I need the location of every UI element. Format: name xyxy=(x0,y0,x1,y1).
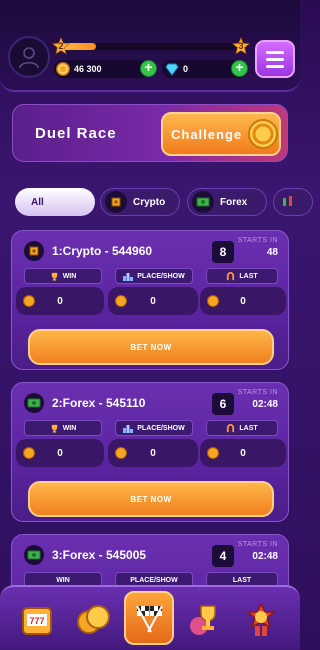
add-gems-button[interactable]: + xyxy=(231,60,248,77)
last-header-label: LAST xyxy=(239,272,258,280)
challenge-label: Challenge xyxy=(171,126,243,142)
nav-coins[interactable] xyxy=(68,595,118,645)
trophy-icon xyxy=(190,605,216,635)
starts-in-label: STARTS IN xyxy=(237,237,278,244)
win-header-label: WIN xyxy=(62,424,77,432)
trophy-icon xyxy=(51,272,57,281)
tab-crypto-label: Crypto xyxy=(133,196,166,208)
add-coins-button[interactable]: + xyxy=(140,60,157,77)
race-title: 3:Forex - 545005 xyxy=(52,548,147,562)
gem-balance-value: 0 xyxy=(183,64,189,74)
place-show-header-label: PLACE/SHOW xyxy=(130,576,178,584)
coin-icon xyxy=(248,119,279,149)
race-number-badge: 8 xyxy=(212,241,234,263)
win-header: WIN xyxy=(24,268,102,284)
level-next-label: 3 xyxy=(238,41,244,51)
race-card: 1:Crypto - 544960 8 STARTS IN 48 WIN PLA… xyxy=(11,230,289,370)
tab-all-label: All xyxy=(31,196,44,208)
avatar-icon xyxy=(19,47,39,69)
starts-in-value: 02:48 xyxy=(252,399,278,410)
podium-icon xyxy=(123,424,134,433)
last-value-box: 0 xyxy=(200,287,286,315)
last-header-label: LAST xyxy=(232,576,252,584)
gem-icon xyxy=(165,63,179,76)
nav-medal[interactable] xyxy=(236,595,286,645)
menu-button[interactable] xyxy=(255,40,295,78)
crypto-chip-icon xyxy=(105,191,127,213)
last-value: 0 xyxy=(240,295,246,307)
bet-now-button[interactable]: BET NOW xyxy=(28,329,274,365)
forex-money-icon xyxy=(24,393,44,413)
candlestick-icon xyxy=(283,196,292,206)
tab-more[interactable] xyxy=(273,188,313,216)
forex-money-icon xyxy=(24,545,44,565)
place-show-value: 0 xyxy=(150,447,156,459)
win-header-label: WIN xyxy=(62,272,77,280)
tab-forex[interactable]: Forex xyxy=(187,188,267,216)
place-show-value-box: 0 xyxy=(108,287,198,315)
last-value: 0 xyxy=(240,447,246,459)
win-value: 0 xyxy=(57,295,63,307)
avatar[interactable] xyxy=(8,36,50,78)
tab-crypto[interactable]: Crypto xyxy=(100,188,180,216)
nav-slots[interactable]: 777 xyxy=(12,595,62,645)
race-flags-icon xyxy=(136,605,163,633)
horseshoe-icon xyxy=(227,271,235,280)
win-header: WIN xyxy=(24,420,102,436)
coin-balance-value: 46 300 xyxy=(74,64,102,74)
bottom-nav: 777 xyxy=(0,585,300,650)
win-header-label: WIN xyxy=(56,576,70,584)
tab-all[interactable]: All xyxy=(15,188,95,216)
trophy-icon xyxy=(51,424,57,433)
starts-in-value: 48 xyxy=(266,247,278,258)
race-title: 1:Crypto - 544960 xyxy=(52,244,153,258)
place-show-value: 0 xyxy=(150,295,156,307)
win-value-box: 0 xyxy=(16,287,104,315)
starts-in-label: STARTS IN xyxy=(237,389,278,396)
last-header: LAST xyxy=(206,420,278,436)
win-value: 0 xyxy=(57,447,63,459)
level-current-label: 2 xyxy=(58,41,64,51)
challenge-button[interactable]: Challenge xyxy=(161,112,281,156)
place-show-header-label: PLACE/SHOW xyxy=(137,424,185,432)
nav-trophy[interactable] xyxy=(180,595,230,645)
race-number-badge: 6 xyxy=(212,393,234,415)
tab-forex-label: Forex xyxy=(220,196,248,208)
horseshoe-icon xyxy=(227,423,235,432)
race-card: 2:Forex - 545110 6 STARTS IN 02:48 WIN P… xyxy=(11,382,289,522)
race-title: 2:Forex - 545110 xyxy=(52,396,146,410)
medal-icon xyxy=(245,602,277,636)
starts-in-label: STARTS IN xyxy=(237,541,278,548)
level-current-star: 2 xyxy=(52,37,70,55)
level-next-star: 3 xyxy=(232,37,250,55)
last-value-box: 0 xyxy=(200,439,286,467)
menu-icon xyxy=(266,50,284,54)
last-header-label: LAST xyxy=(239,424,258,432)
category-tabs: All Crypto Forex xyxy=(0,188,313,216)
forex-money-icon xyxy=(192,191,214,213)
bet-now-button[interactable]: BET NOW xyxy=(28,481,274,517)
podium-icon xyxy=(123,272,134,281)
place-show-value-box: 0 xyxy=(108,439,198,467)
place-show-header: PLACE/SHOW xyxy=(115,420,193,436)
place-show-header-label: PLACE/SHOW xyxy=(137,272,185,280)
race-number-badge: 4 xyxy=(212,545,234,567)
crypto-chip-icon xyxy=(24,241,44,261)
coin-balance: 46 300 xyxy=(54,60,150,78)
top-bar: 2 3 46 300 + 0 + xyxy=(0,0,300,92)
place-show-header: PLACE/SHOW xyxy=(115,268,193,284)
slots-icon: 777 xyxy=(22,607,52,635)
win-value-box: 0 xyxy=(16,439,104,467)
starts-in-value: 02:48 xyxy=(252,551,278,562)
coin-icon xyxy=(56,62,70,76)
coins-icon xyxy=(77,605,110,634)
duel-race-banner: Duel Race Challenge xyxy=(12,104,288,162)
svg-text:777: 777 xyxy=(29,616,44,626)
last-header: LAST xyxy=(206,268,278,284)
level-progress-bar xyxy=(60,43,240,50)
nav-race[interactable] xyxy=(124,591,174,645)
duel-race-title: Duel Race xyxy=(35,125,117,142)
